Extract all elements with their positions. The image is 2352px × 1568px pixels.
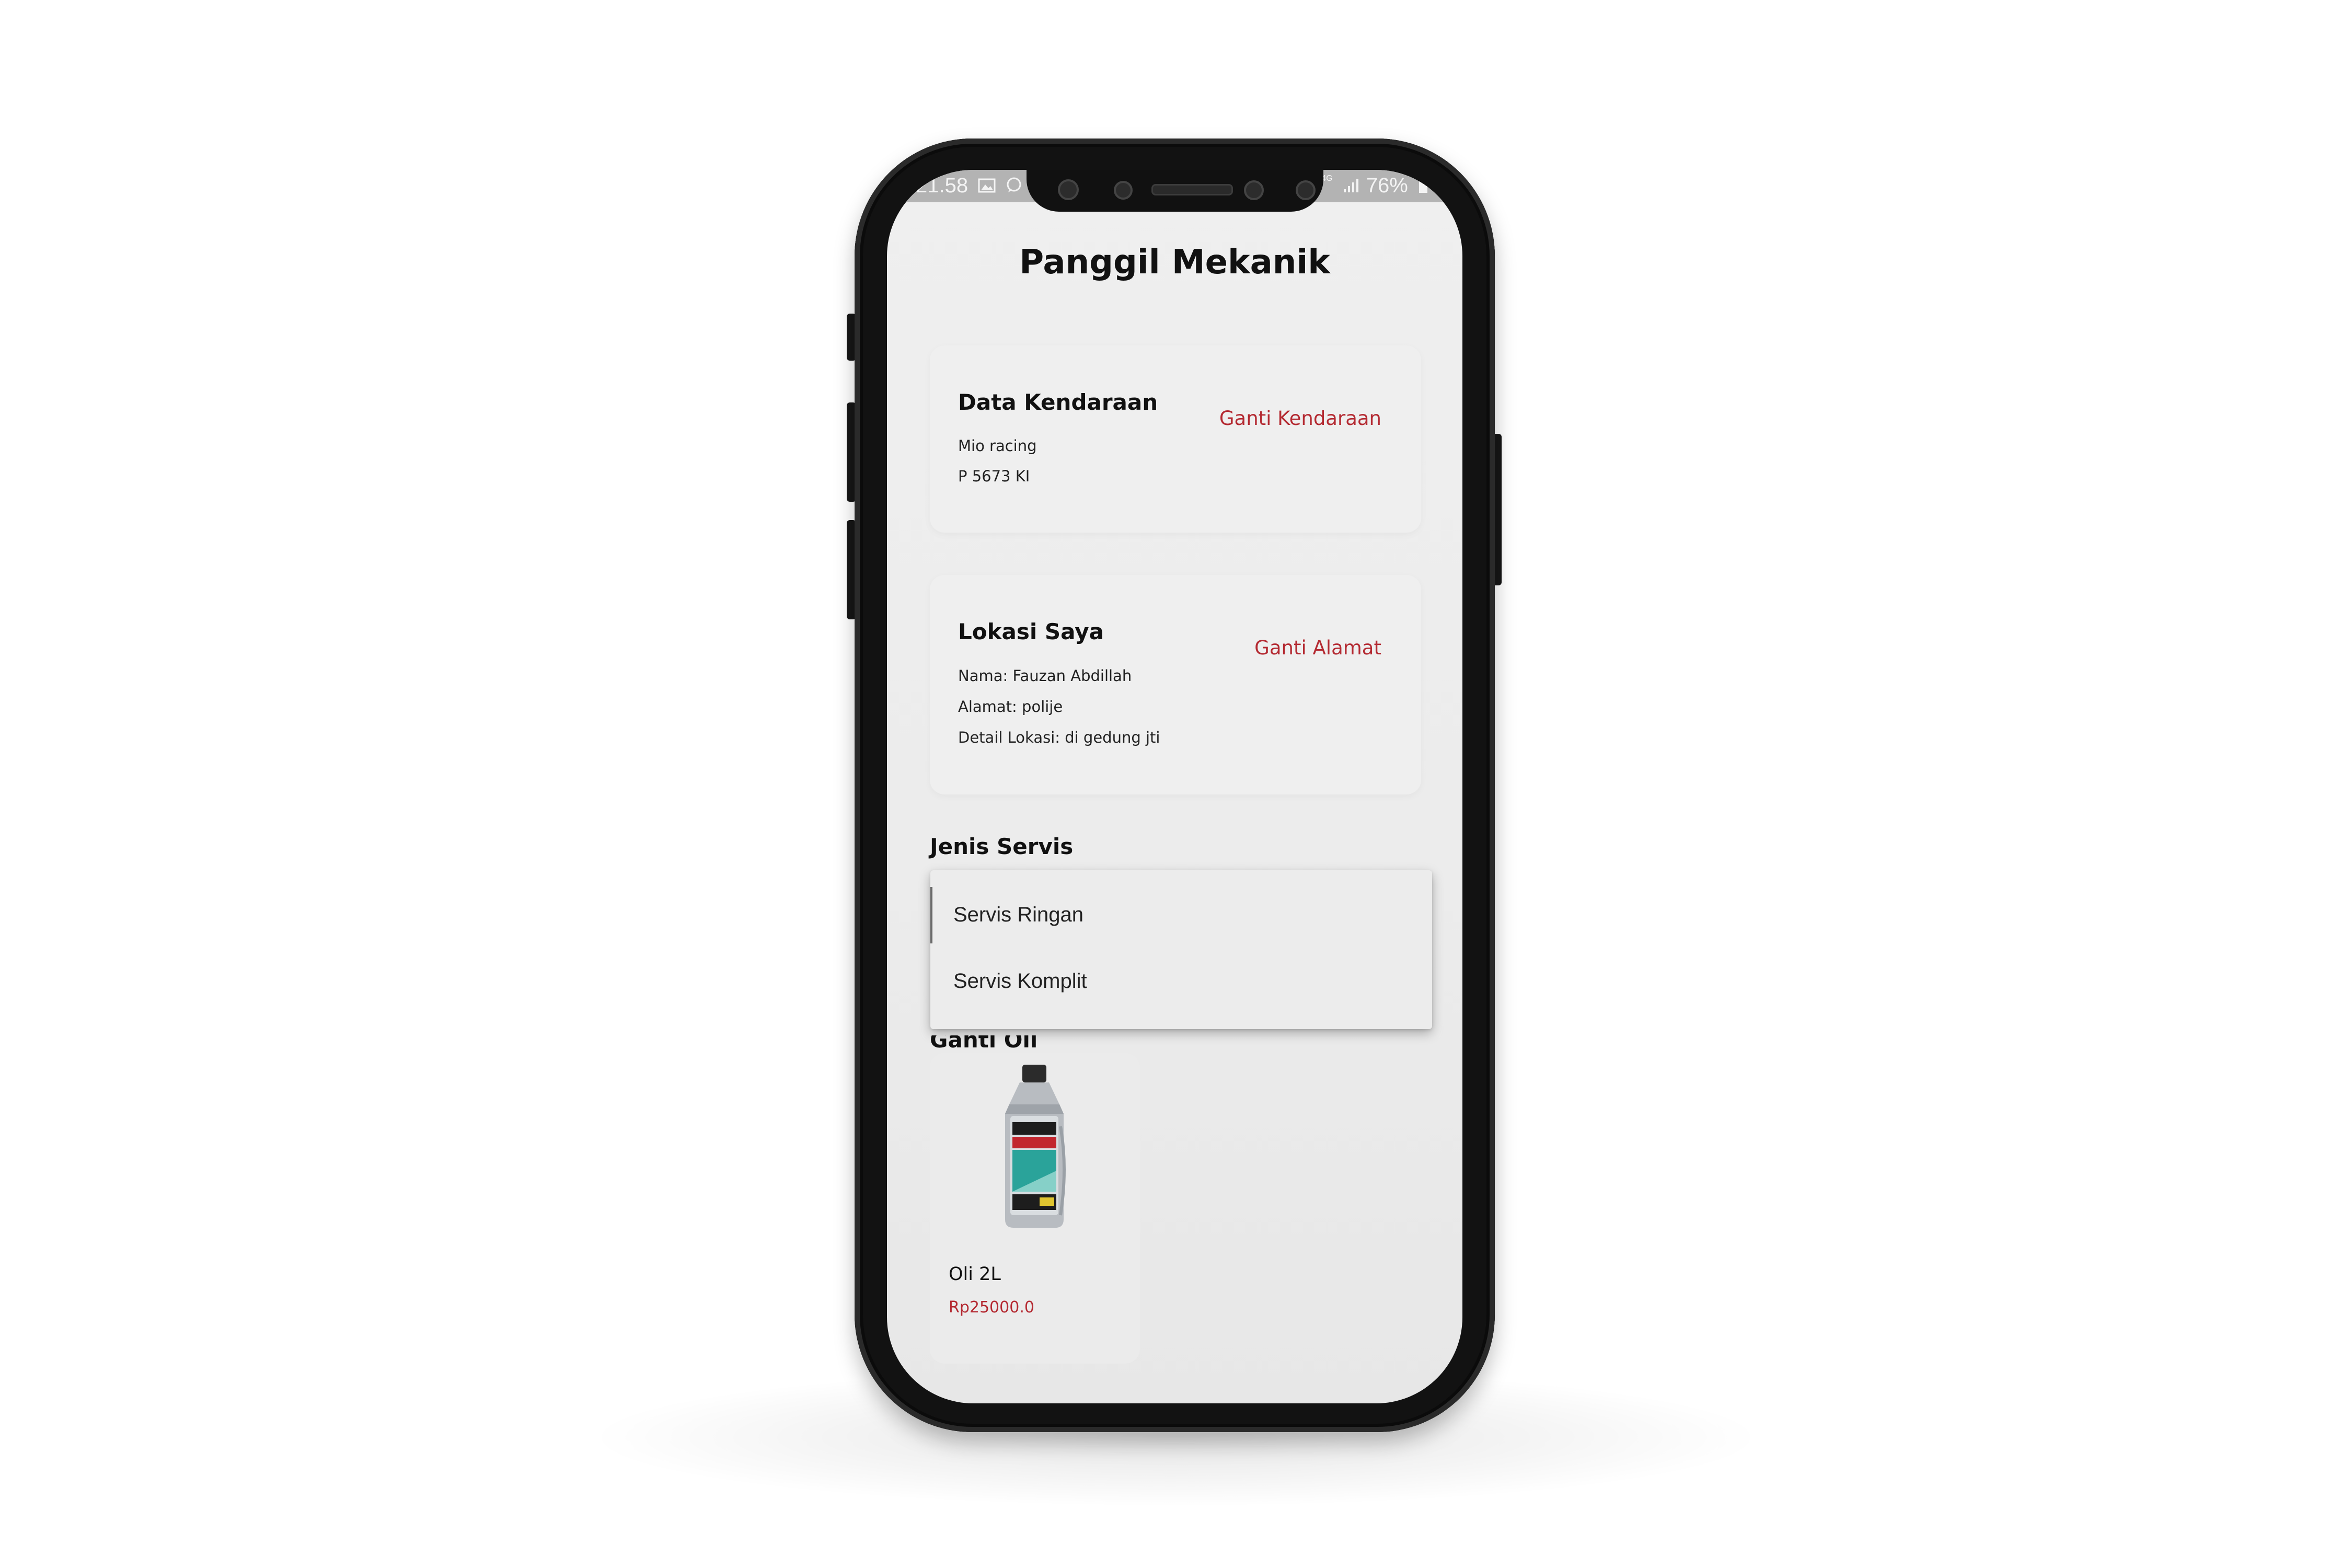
location-name: Nama: Fauzan Abdillah — [958, 667, 1132, 685]
service-option-light[interactable]: Servis Ringan — [930, 883, 1432, 946]
location-address: Alamat: polije — [958, 698, 1063, 716]
change-address-button[interactable]: Ganti Alamat — [1254, 637, 1381, 659]
earpiece-speaker — [1151, 184, 1233, 195]
location-card-title: Lokasi Saya — [958, 619, 1104, 644]
ambient-sensor-icon — [1296, 180, 1316, 200]
battery-icon — [1418, 175, 1428, 199]
location-detail: Detail Lokasi: di gedung jti — [958, 729, 1160, 746]
whatsapp-notification-icon — [1006, 175, 1022, 199]
page-title: Panggil Mekanik — [1019, 243, 1330, 282]
gallery-notification-icon — [978, 175, 996, 199]
vehicle-card: Data Kendaraan Mio racing P 5673 KI Gant… — [930, 345, 1421, 533]
product-name: Oli 2L — [949, 1264, 1001, 1285]
product-price: Rp25000.0 — [949, 1298, 1034, 1317]
vehicle-card-title: Data Kendaraan — [958, 389, 1158, 415]
status-time: 21.58 — [916, 174, 969, 197]
service-type-label: Jenis Servis — [930, 834, 1074, 859]
oil-bottle-image — [998, 1064, 1071, 1231]
status-left: 21.58 — [916, 174, 1022, 199]
proximity-sensor-icon — [1114, 181, 1133, 200]
oil-product-card[interactable]: Oli 2L Rp25000.0 — [930, 1053, 1140, 1364]
phone-screen: 21.58 4G 76% Panggil Mekanik Data Kendar… — [887, 170, 1462, 1403]
vehicle-plate: P 5673 KI — [958, 467, 1030, 485]
service-option-complete[interactable]: Servis Komplit — [930, 950, 1432, 1012]
oil-section-label: Ganti Oli (Opsional) — [930, 1035, 1038, 1051]
face-sensor-icon — [1244, 180, 1264, 200]
signal-icon — [1343, 175, 1361, 199]
change-vehicle-button[interactable]: Ganti Kendaraan — [1219, 407, 1381, 430]
location-card: Lokasi Saya Nama: Fauzan Abdillah Alamat… — [930, 575, 1421, 794]
battery-percent: 76% — [1366, 174, 1408, 197]
front-camera-icon — [1058, 179, 1079, 200]
vehicle-model: Mio racing — [958, 437, 1037, 455]
camera-notch — [1027, 170, 1323, 212]
service-type-dropdown[interactable]: Servis Ringan Servis Komplit — [930, 870, 1432, 1029]
status-right: 4G 76% — [1321, 174, 1428, 199]
